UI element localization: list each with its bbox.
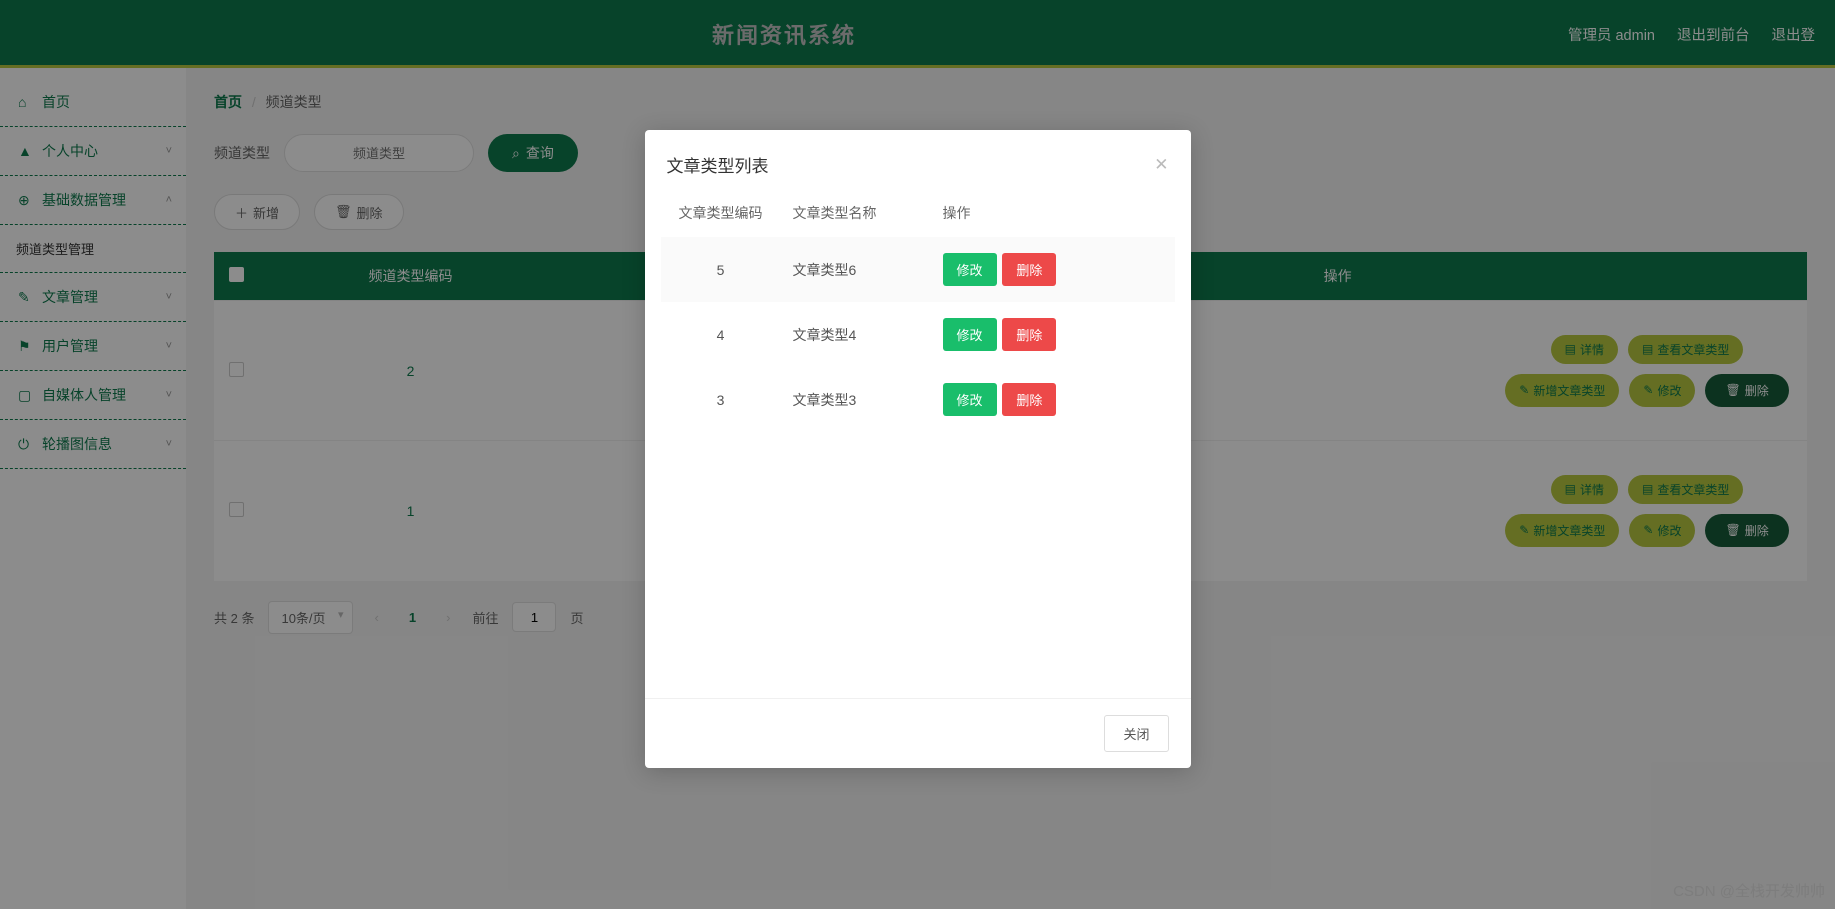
dialog-close-button[interactable]: 关闭 [1104, 715, 1168, 752]
dialog-title: 文章类型列表 [667, 152, 769, 177]
modal-overlay[interactable]: 文章类型列表 ✕ 文章类型编码 文章类型名称 操作 5 文章类型6 [0, 0, 1835, 909]
dialog-row: 5 文章类型6 修改 删除 [661, 237, 1175, 302]
dlg-col-name: 文章类型名称 [781, 189, 931, 237]
dialog-edit-button[interactable]: 修改 [943, 318, 997, 351]
dialog-delete-button[interactable]: 删除 [1002, 383, 1056, 416]
dialog-row: 3 文章类型3 修改 删除 [661, 367, 1175, 432]
dialog-edit-button[interactable]: 修改 [943, 383, 997, 416]
dlg-cell-code: 3 [661, 367, 781, 432]
dialog-delete-button[interactable]: 删除 [1002, 318, 1056, 351]
article-type-dialog: 文章类型列表 ✕ 文章类型编码 文章类型名称 操作 5 文章类型6 [645, 130, 1191, 768]
dlg-cell-code: 4 [661, 302, 781, 367]
dlg-col-code: 文章类型编码 [661, 189, 781, 237]
dlg-cell-code: 5 [661, 237, 781, 302]
dlg-col-ops: 操作 [931, 189, 1175, 237]
watermark: CSDN @全栈开发帅帅 [1673, 880, 1825, 901]
dlg-cell-name: 文章类型6 [781, 237, 931, 302]
close-icon[interactable]: ✕ [1154, 155, 1168, 175]
dialog-delete-button[interactable]: 删除 [1002, 253, 1056, 286]
dlg-cell-name: 文章类型4 [781, 302, 931, 367]
dialog-table: 文章类型编码 文章类型名称 操作 5 文章类型6 修改 删除 [661, 189, 1175, 432]
dialog-row: 4 文章类型4 修改 删除 [661, 302, 1175, 367]
dlg-cell-name: 文章类型3 [781, 367, 931, 432]
dialog-edit-button[interactable]: 修改 [943, 253, 997, 286]
